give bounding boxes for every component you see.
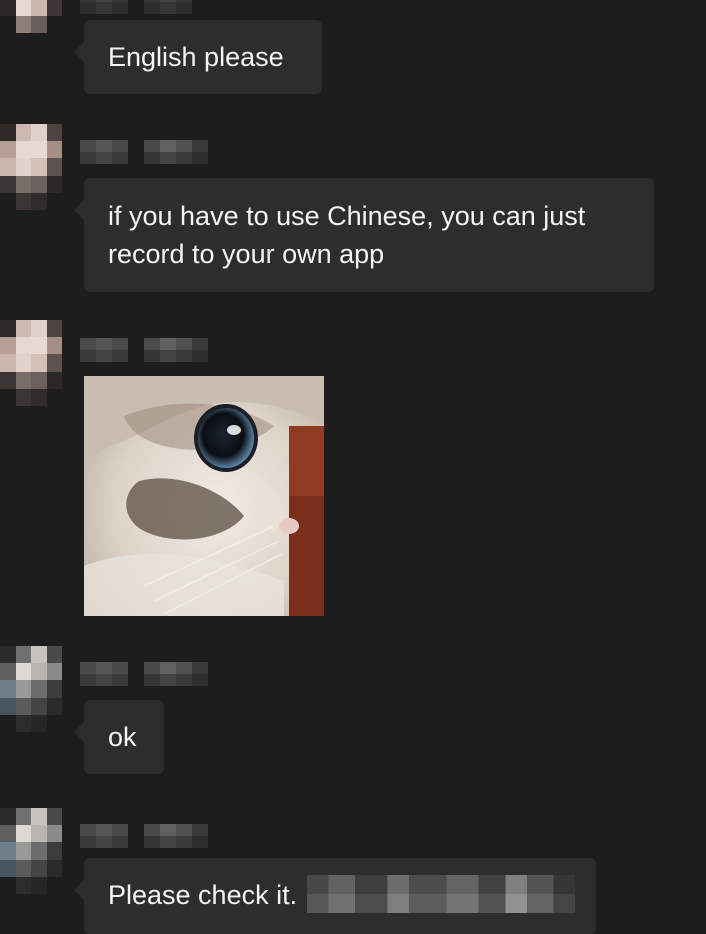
chat-window: { "messages": [ { "type": "text", "text"…: [0, 0, 706, 934]
avatar[interactable]: [0, 0, 62, 50]
sender-name-redacted: [80, 0, 226, 14]
sender-name-redacted: [80, 140, 226, 164]
message-bubble[interactable]: if you have to use Chinese, you can just…: [74, 178, 654, 292]
cat-photo[interactable]: [84, 376, 324, 616]
message-text: ok: [108, 722, 137, 752]
message-text: Please check it.: [108, 880, 298, 910]
avatar[interactable]: [0, 320, 62, 406]
avatar[interactable]: [0, 808, 62, 894]
avatar[interactable]: [0, 124, 62, 210]
avatar[interactable]: [0, 646, 62, 732]
sender-name-redacted: [80, 662, 226, 686]
message-bubble[interactable]: English please: [74, 20, 322, 94]
redacted-text: [307, 874, 576, 913]
message-text: English please: [108, 42, 284, 72]
message-text: if you have to use Chinese, you can just…: [108, 201, 586, 269]
sender-name-redacted: [80, 824, 226, 848]
sender-name-redacted: [80, 338, 226, 362]
cat-photo-icon: [84, 376, 324, 616]
message-bubble[interactable]: Please check it.: [74, 858, 596, 934]
message-bubble[interactable]: ok: [74, 700, 164, 774]
